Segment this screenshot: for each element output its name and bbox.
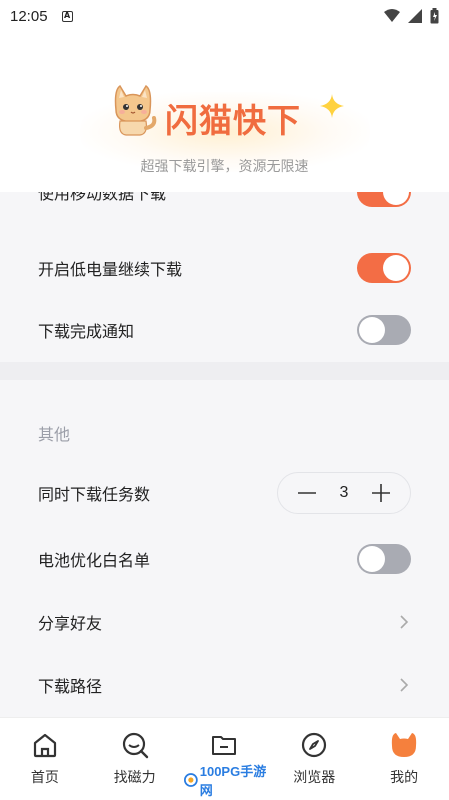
cat-face-icon [391, 733, 417, 757]
setting-row-download-notify[interactable]: 下载完成通知 [0, 299, 449, 361]
battery-icon [430, 8, 439, 24]
setting-row-share[interactable]: 分享好友 [0, 591, 449, 653]
status-bar: 12:05 A [0, 0, 449, 32]
cat-mascot-icon [114, 84, 157, 136]
folder-icon [212, 736, 237, 755]
setting-row-low-battery[interactable]: 开启低电量继续下载 [0, 237, 449, 299]
watermark-logo-icon [184, 773, 198, 787]
plus-icon[interactable] [370, 482, 392, 504]
tab-label: 我的 [390, 770, 419, 786]
minus-icon[interactable] [296, 482, 318, 504]
mobile-data-toggle[interactable] [357, 192, 411, 207]
setting-row-battery-whitelist[interactable]: 电池优化白名单 [0, 528, 449, 590]
setting-label: 使用移动数据下载 [38, 192, 167, 203]
tab-home[interactable]: 首页 [0, 718, 90, 800]
tab-mine[interactable]: 我的 [359, 718, 449, 800]
tab-browser[interactable]: 浏览器 [269, 718, 359, 800]
setting-row-concurrent-tasks: 同时下载任务数 3 [0, 462, 449, 524]
wifi-icon [384, 9, 400, 22]
toggle-knob [359, 317, 385, 343]
compass-icon [302, 732, 327, 758]
watermark-text: 100PG手游网 [199, 764, 267, 798]
battery-whitelist-toggle[interactable] [357, 544, 411, 574]
home-icon [33, 733, 56, 758]
toggle-knob [359, 546, 385, 572]
notification-a-icon: A [61, 10, 73, 22]
chevron-right-icon [400, 615, 409, 629]
section-divider [0, 362, 449, 380]
download-notify-toggle[interactable] [357, 315, 411, 345]
brand-title: 闪猫快下 [165, 101, 301, 140]
site-watermark: 100PG手游网 [184, 764, 268, 798]
setting-label: 分享好友 [38, 614, 103, 633]
setting-label: 电池优化白名单 [38, 551, 151, 570]
slogan: 超强下载引擎，资源无限速 [140, 159, 309, 175]
toggle-knob [383, 192, 409, 205]
tab-label: 浏览器 [293, 770, 336, 786]
setting-label: 下载完成通知 [38, 322, 135, 341]
setting-label: 下载路径 [38, 677, 103, 696]
cell-signal-icon [408, 9, 422, 23]
search-icon [122, 732, 148, 759]
concurrent-tasks-stepper: 3 [277, 472, 411, 514]
sparkle-icon [320, 94, 344, 118]
tab-label: 找磁力 [113, 770, 156, 786]
app-header: 闪猫快下 超强下载引擎，资源无限速 [0, 32, 449, 192]
tab-find-magnet[interactable]: 找磁力 [90, 718, 180, 800]
stepper-value: 3 [339, 484, 349, 501]
setting-label: 同时下载任务数 [38, 485, 151, 504]
settings-list[interactable]: 使用移动数据下载 开启低电量继续下载 下载完成通知 其他 同时下载任务数 3 电… [0, 192, 449, 717]
tab-label: 首页 [30, 770, 59, 786]
status-time: 12:05 [10, 7, 48, 25]
low-battery-toggle[interactable] [357, 253, 411, 283]
toggle-knob [383, 255, 409, 281]
status-icons [384, 8, 439, 24]
setting-label: 开启低电量继续下载 [38, 260, 183, 279]
setting-row-mobile-data[interactable]: 使用移动数据下载 [0, 192, 449, 223]
setting-row-download-path[interactable]: 下载路径 [0, 654, 449, 716]
chevron-right-icon [400, 678, 409, 692]
section-title-other: 其他 [38, 425, 71, 444]
